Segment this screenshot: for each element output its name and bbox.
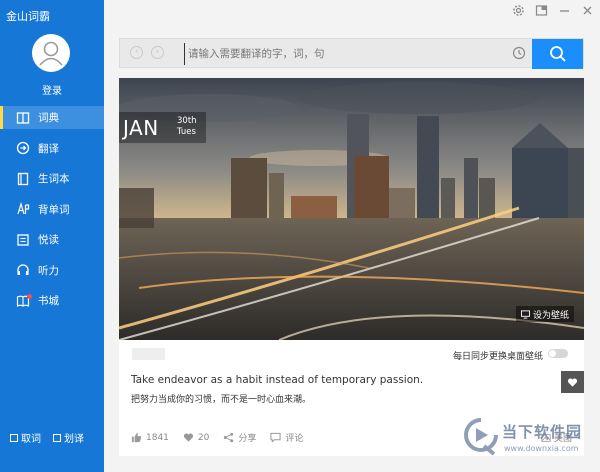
sidebar-item-bookstore[interactable]: 书城 — [0, 289, 104, 312]
window-controls — [512, 4, 594, 17]
login-link[interactable]: 登录 — [0, 82, 104, 97]
favorite-count-button[interactable]: 20 — [183, 432, 209, 443]
user-icon — [39, 41, 63, 66]
notification-dot — [27, 294, 32, 299]
huaci-checkbox[interactable]: 划译 — [53, 430, 84, 445]
quote-english: Take endeavor as a habit instead of temp… — [131, 374, 424, 386]
heart-icon — [567, 378, 578, 387]
app-title: 金山词霸 — [6, 10, 50, 23]
favorite-button[interactable] — [561, 371, 584, 393]
thumbs-up-icon — [131, 432, 142, 443]
placeholder-block — [132, 348, 165, 360]
avatar[interactable] — [32, 34, 70, 72]
daily-wallpaper-label: 每日同步更换桌面壁纸 — [452, 352, 543, 362]
sidebar-item-label: 生词本 — [38, 173, 70, 185]
date-weekday: Tues — [177, 127, 196, 137]
heart-icon — [183, 433, 193, 442]
search-button[interactable] — [532, 39, 583, 69]
settings-icon[interactable] — [512, 4, 525, 17]
more-images-label: 美图 — [553, 434, 572, 444]
sidebar-item-reading[interactable]: 悦读 — [0, 228, 104, 251]
search-bar: ‹ › — [119, 38, 584, 69]
reading-icon — [16, 233, 30, 247]
share-label: 分享 — [238, 434, 257, 444]
capture-options: 取词 划译 — [10, 430, 84, 445]
daily-wallpaper-toggle[interactable] — [548, 349, 568, 358]
share-button[interactable]: 分享 — [223, 431, 256, 444]
sidebar-item-listening[interactable]: 听力 — [0, 259, 104, 282]
daily-card: JAN 30th Tues 设为壁纸 每日同步更换桌面壁纸 Take endea… — [119, 78, 584, 456]
sidebar: 金山词霸 登录 词典 翻译 生词本 背单词 悦读 听力 书城 取词 划译 — [0, 0, 104, 472]
comment-icon — [270, 432, 281, 443]
checkbox-icon — [53, 433, 61, 442]
sidebar-item-label: 词典 — [38, 112, 59, 124]
sidebar-item-label: 翻译 — [38, 142, 59, 155]
back-arrow-icon[interactable]: ‹ — [130, 46, 143, 59]
image-icon — [541, 433, 551, 442]
mini-mode-icon[interactable] — [535, 4, 548, 17]
set-wallpaper-label: 设为壁纸 — [532, 310, 569, 321]
minimize-icon[interactable] — [558, 4, 571, 17]
forward-arrow-icon[interactable]: › — [151, 46, 164, 59]
sidebar-item-label: 悦读 — [38, 234, 59, 246]
more-images-button[interactable]: 美图 — [541, 431, 572, 444]
sidebar-item-translate[interactable]: 翻译 — [0, 137, 104, 160]
date-badge: JAN 30th Tues — [119, 112, 206, 143]
search-icon — [549, 46, 566, 62]
vocab-book-icon — [16, 172, 30, 186]
quote-chinese: 把努力当成你的习惯，而不是一时心血来潮。 — [131, 395, 312, 405]
memorize-icon — [16, 202, 30, 216]
sidebar-nav: 词典 翻译 生词本 背单词 悦读 听力 书城 — [0, 106, 104, 320]
like-button[interactable]: 1841 — [131, 432, 169, 443]
set-wallpaper-button[interactable]: 设为壁纸 — [515, 306, 574, 322]
favorite-count: 20 — [197, 432, 210, 443]
date-day: 30th Tues — [177, 116, 197, 138]
comment-button[interactable]: 评论 — [270, 431, 303, 444]
comment-label: 评论 — [285, 434, 304, 444]
dictionary-icon — [16, 111, 30, 125]
date-day-number: 30th — [177, 116, 197, 126]
like-count: 1841 — [146, 432, 169, 443]
huaci-label: 划译 — [64, 434, 84, 445]
card-actions: 1841 20 分享 评论 — [131, 431, 317, 444]
history-icon[interactable] — [512, 46, 526, 60]
quci-checkbox[interactable]: 取词 — [10, 430, 41, 445]
quci-label: 取词 — [21, 434, 41, 445]
sidebar-item-label: 书城 — [38, 295, 59, 307]
sidebar-item-memorize[interactable]: 背单词 — [0, 198, 104, 221]
date-month: JAN — [123, 115, 159, 140]
search-input[interactable] — [184, 43, 510, 65]
close-icon[interactable] — [581, 4, 594, 17]
share-icon — [224, 432, 234, 443]
sidebar-item-label: 背单词 — [38, 203, 70, 216]
sidebar-item-label: 听力 — [38, 264, 59, 277]
translate-icon — [16, 141, 30, 155]
monitor-icon — [520, 309, 530, 319]
headphones-icon — [16, 263, 30, 277]
checkbox-icon — [10, 433, 18, 442]
sidebar-item-vocab-book[interactable]: 生词本 — [0, 167, 104, 190]
hero-image: JAN 30th Tues 设为壁纸 — [119, 78, 584, 340]
sidebar-item-dictionary[interactable]: 词典 — [0, 106, 104, 129]
